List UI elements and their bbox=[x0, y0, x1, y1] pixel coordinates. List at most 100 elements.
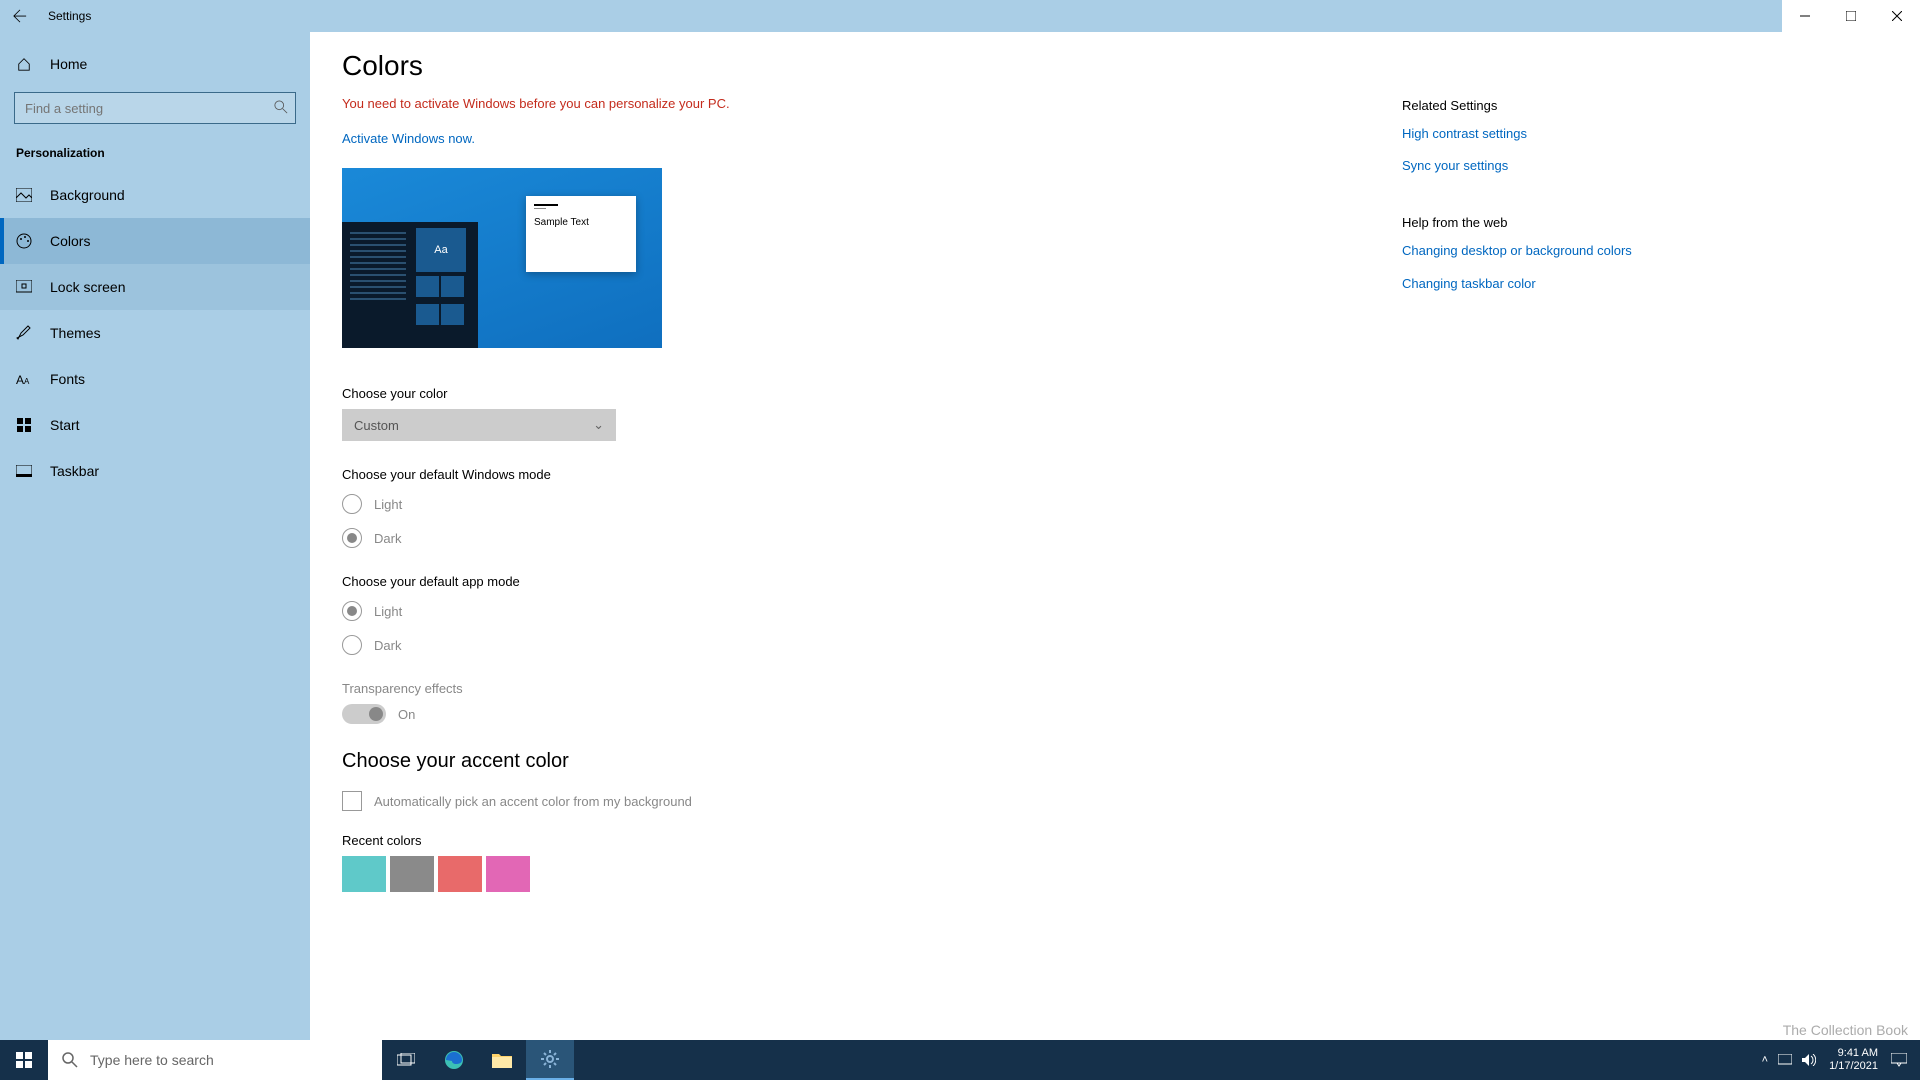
sidebar-item-themes[interactable]: Themes bbox=[0, 310, 310, 356]
taskbar-app-explorer[interactable] bbox=[478, 1040, 526, 1080]
sidebar-home-label: Home bbox=[50, 56, 87, 72]
recent-colors-label: Recent colors bbox=[342, 833, 1362, 848]
system-tray[interactable]: ˄ 9:41 AM 1/17/2021 bbox=[1757, 1040, 1920, 1080]
sidebar-item-lockscreen[interactable]: Lock screen bbox=[0, 264, 310, 310]
taskbar-search[interactable]: Type here to search bbox=[48, 1040, 382, 1080]
sidebar: Home Personalization Background Colors L… bbox=[0, 32, 310, 1040]
window-title: Settings bbox=[40, 9, 91, 23]
accent-color-heading: Choose your accent color bbox=[342, 750, 1362, 773]
taskbar-icon bbox=[16, 465, 32, 477]
radio-label: Dark bbox=[374, 531, 401, 546]
home-icon bbox=[16, 57, 32, 71]
radio-label: Dark bbox=[374, 638, 401, 653]
help-link-desktop-colors[interactable]: Changing desktop or background colors bbox=[1402, 242, 1642, 260]
recent-color-swatch[interactable] bbox=[342, 856, 386, 892]
related-link-sync[interactable]: Sync your settings bbox=[1402, 157, 1642, 175]
svg-text:A: A bbox=[24, 377, 30, 386]
edge-icon bbox=[444, 1050, 464, 1070]
tray-network-icon[interactable] bbox=[1778, 1054, 1792, 1066]
minimize-icon bbox=[1800, 11, 1810, 21]
font-icon: AA bbox=[16, 372, 32, 386]
arrow-left-icon bbox=[13, 9, 27, 23]
transparency-toggle[interactable] bbox=[342, 704, 386, 724]
back-button[interactable] bbox=[0, 0, 40, 32]
watermark: The Collection Book bbox=[1783, 1022, 1908, 1038]
sidebar-item-label: Background bbox=[50, 187, 125, 203]
search-icon bbox=[274, 100, 288, 114]
windows-mode-light-radio[interactable]: Light bbox=[342, 490, 1362, 518]
windows-mode-dark-radio[interactable]: Dark bbox=[342, 524, 1362, 552]
activate-link[interactable]: Activate Windows now. bbox=[342, 131, 1362, 146]
radio-label: Light bbox=[374, 497, 402, 512]
radio-label: Light bbox=[374, 604, 402, 619]
titlebar: Settings bbox=[0, 0, 1920, 32]
tray-volume-icon[interactable] bbox=[1802, 1054, 1816, 1066]
color-preview: Aa Sample Text bbox=[342, 168, 662, 348]
choose-color-dropdown[interactable]: Custom ⌄ bbox=[342, 409, 616, 441]
close-button[interactable] bbox=[1874, 0, 1920, 32]
sidebar-item-fonts[interactable]: AA Fonts bbox=[0, 356, 310, 402]
sidebar-item-label: Start bbox=[50, 417, 80, 433]
related-link-highcontrast[interactable]: High contrast settings bbox=[1402, 125, 1642, 143]
windows-mode-label: Choose your default Windows mode bbox=[342, 467, 1362, 482]
choose-color-label: Choose your color bbox=[342, 386, 1362, 401]
checkbox-icon bbox=[342, 791, 362, 811]
choose-color-value: Custom bbox=[354, 418, 399, 433]
sidebar-item-start[interactable]: Start bbox=[0, 402, 310, 448]
tray-chevron-icon[interactable]: ˄ bbox=[1762, 1054, 1768, 1066]
recent-color-swatch[interactable] bbox=[390, 856, 434, 892]
activation-warning: You need to activate Windows before you … bbox=[342, 96, 1362, 111]
sidebar-item-label: Lock screen bbox=[50, 279, 125, 295]
auto-pick-checkbox-row[interactable]: Automatically pick an accent color from … bbox=[342, 791, 1362, 811]
taskview-icon bbox=[397, 1053, 415, 1067]
related-settings-heading: Related Settings bbox=[1402, 98, 1642, 113]
search-icon bbox=[62, 1052, 78, 1068]
app-mode-label: Choose your default app mode bbox=[342, 574, 1362, 589]
gear-icon bbox=[541, 1050, 559, 1068]
auto-pick-label: Automatically pick an accent color from … bbox=[374, 794, 692, 809]
minimize-button[interactable] bbox=[1782, 0, 1828, 32]
tray-date: 1/17/2021 bbox=[1829, 1060, 1878, 1073]
transparency-state: On bbox=[398, 707, 415, 722]
help-heading: Help from the web bbox=[1402, 215, 1642, 230]
windows-icon bbox=[16, 1052, 32, 1068]
folder-icon bbox=[492, 1052, 512, 1068]
brush-icon bbox=[16, 325, 32, 341]
tray-time: 9:41 AM bbox=[1829, 1047, 1878, 1060]
app-mode-light-radio[interactable]: Light bbox=[342, 597, 1362, 625]
sidebar-item-label: Colors bbox=[50, 233, 90, 249]
sidebar-item-taskbar[interactable]: Taskbar bbox=[0, 448, 310, 494]
start-button[interactable] bbox=[0, 1040, 48, 1080]
sidebar-item-label: Themes bbox=[50, 325, 101, 341]
search-input[interactable] bbox=[14, 92, 296, 124]
taskbar-app-edge[interactable] bbox=[430, 1040, 478, 1080]
sidebar-category: Personalization bbox=[0, 132, 310, 172]
maximize-button[interactable] bbox=[1828, 0, 1874, 32]
taskbar-app-settings[interactable] bbox=[526, 1040, 574, 1080]
sidebar-home[interactable]: Home bbox=[0, 46, 310, 82]
recent-color-swatch[interactable] bbox=[438, 856, 482, 892]
sidebar-item-label: Taskbar bbox=[50, 463, 99, 479]
sidebar-item-background[interactable]: Background bbox=[0, 172, 310, 218]
tray-notifications-icon[interactable] bbox=[1891, 1053, 1907, 1067]
svg-text:A: A bbox=[16, 373, 24, 386]
page-title: Colors bbox=[342, 50, 1362, 82]
maximize-icon bbox=[1846, 11, 1856, 21]
start-icon bbox=[16, 418, 32, 432]
transparency-label: Transparency effects bbox=[342, 681, 1362, 696]
app-mode-dark-radio[interactable]: Dark bbox=[342, 631, 1362, 659]
palette-icon bbox=[16, 233, 32, 249]
os-taskbar: Type here to search ˄ 9:41 AM 1/17/2021 bbox=[0, 1040, 1920, 1080]
help-link-taskbar-color[interactable]: Changing taskbar color bbox=[1402, 275, 1642, 293]
close-icon bbox=[1892, 11, 1902, 21]
sidebar-item-colors[interactable]: Colors bbox=[0, 218, 310, 264]
taskbar-search-placeholder: Type here to search bbox=[90, 1052, 214, 1068]
lockscreen-icon bbox=[16, 280, 32, 294]
preview-tile-aa: Aa bbox=[416, 228, 466, 272]
picture-icon bbox=[16, 188, 32, 202]
chevron-down-icon: ⌄ bbox=[593, 417, 604, 433]
recent-color-swatch[interactable] bbox=[486, 856, 530, 892]
sidebar-item-label: Fonts bbox=[50, 371, 85, 387]
task-view-button[interactable] bbox=[382, 1040, 430, 1080]
preview-sample-text: Sample Text bbox=[534, 217, 589, 228]
